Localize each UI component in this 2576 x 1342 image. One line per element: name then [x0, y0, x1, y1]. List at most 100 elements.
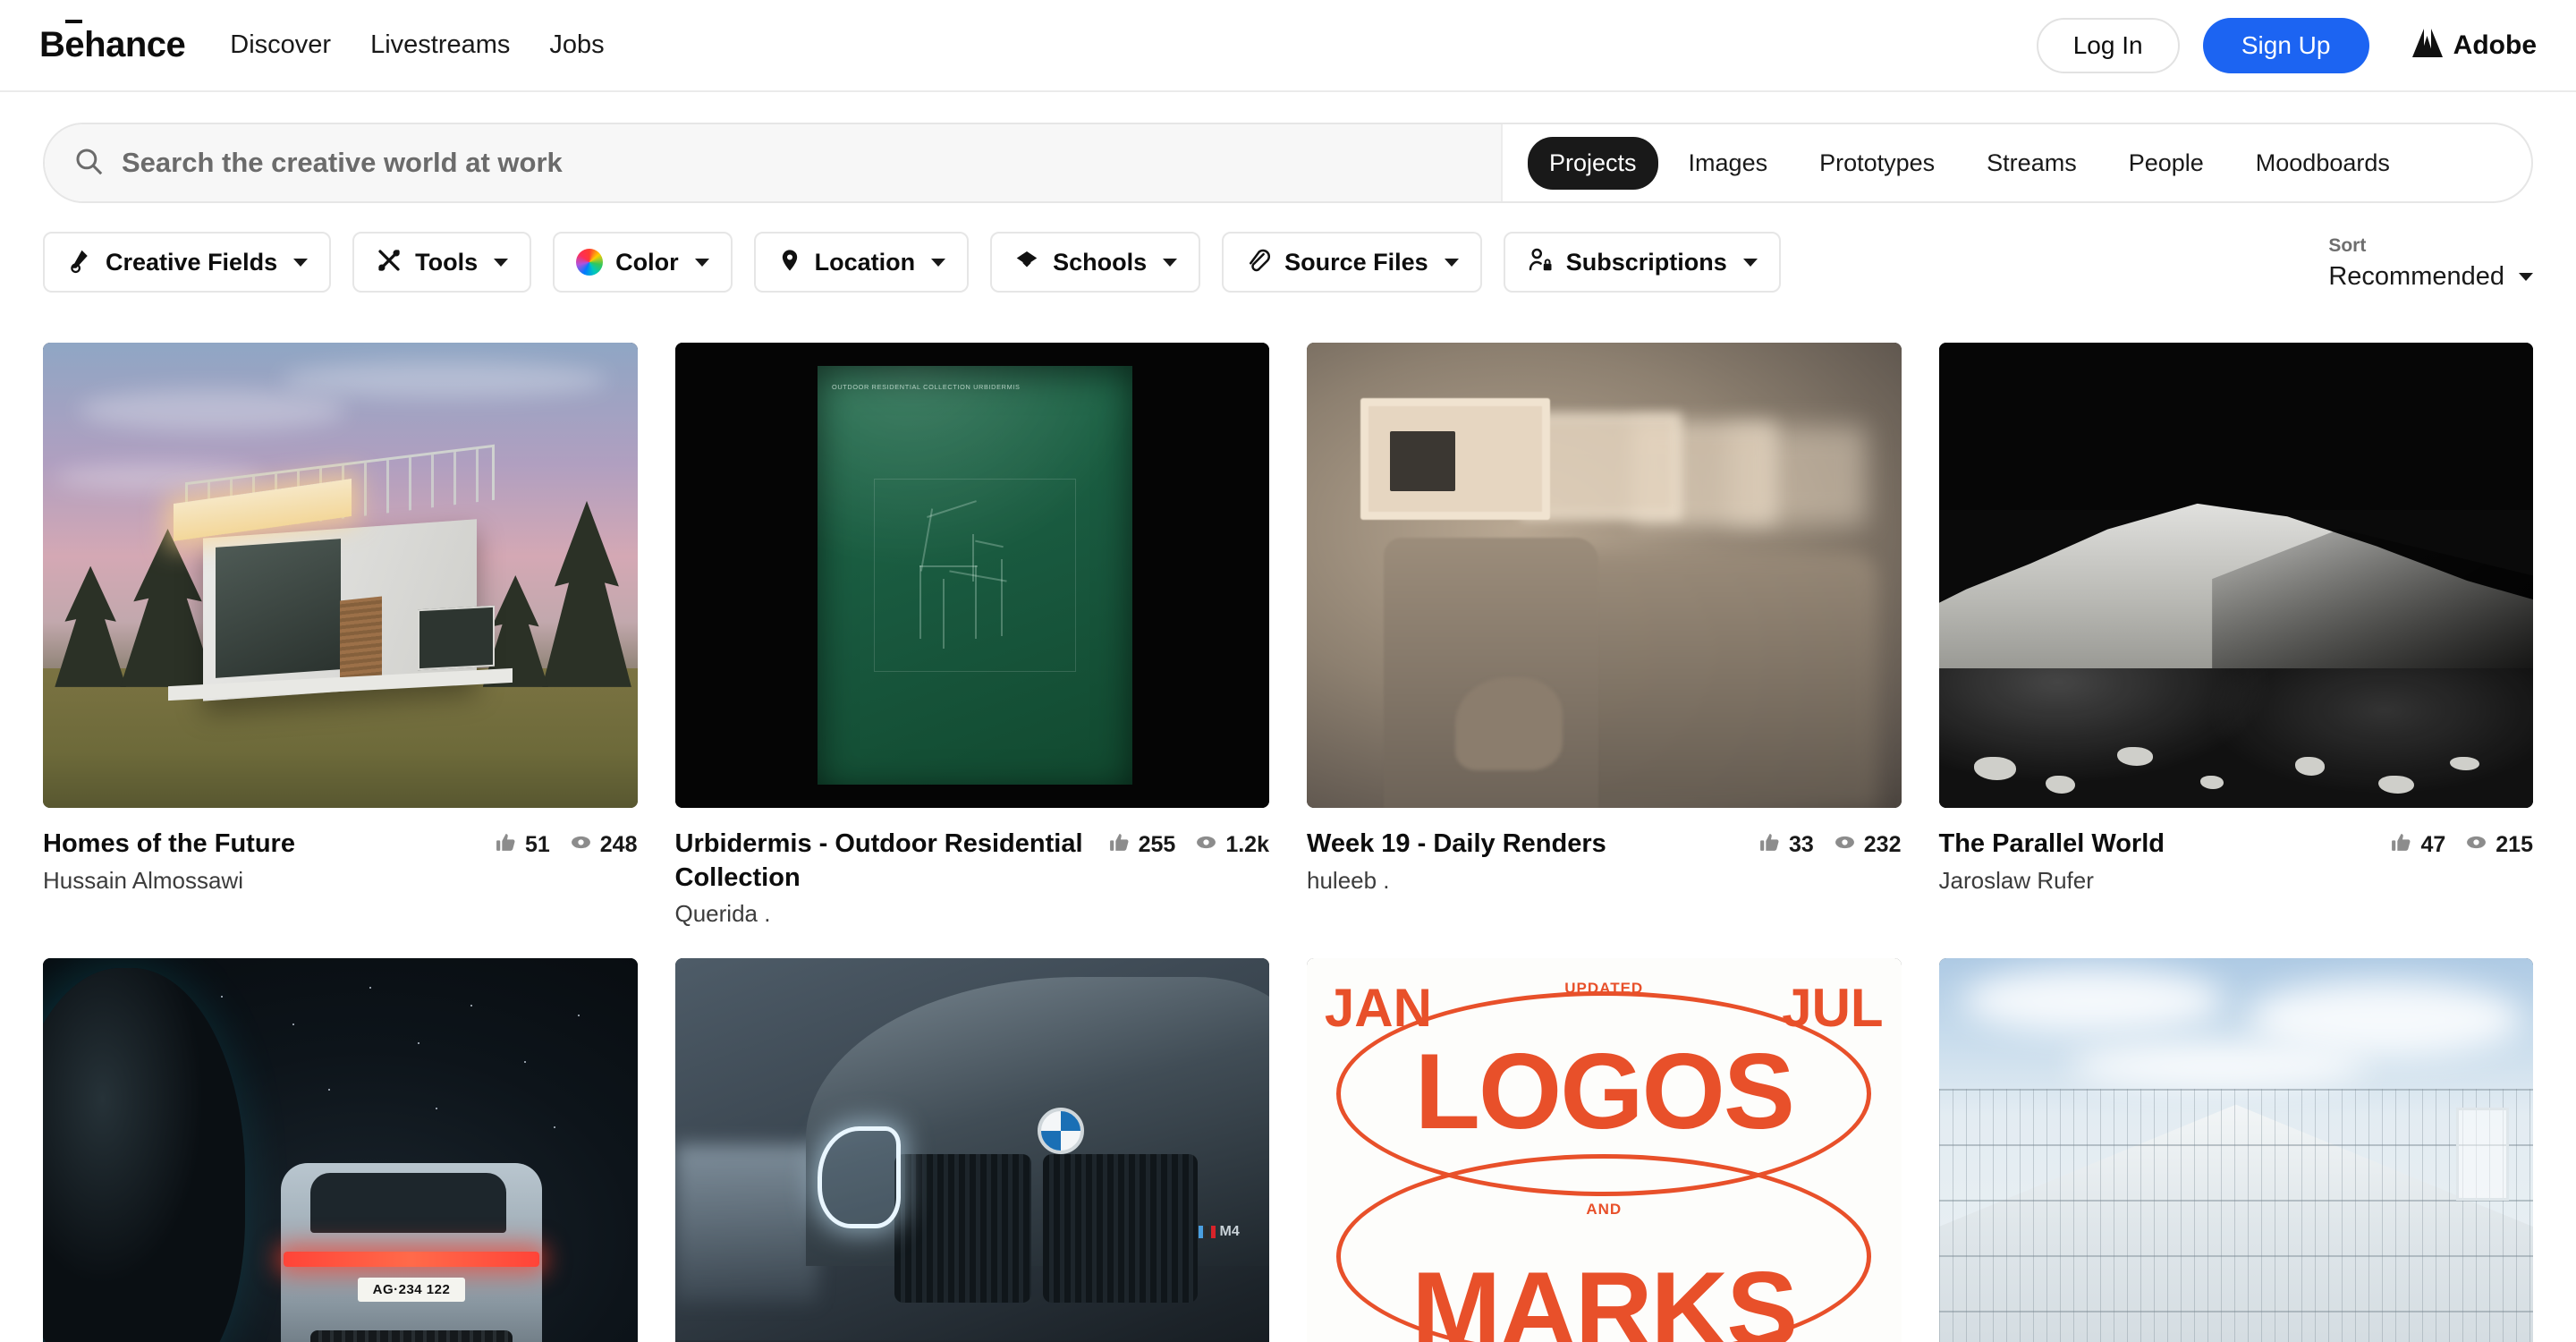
like-count: 51	[524, 831, 550, 857]
logo-macron-letter: e	[64, 25, 85, 64]
log-in-button[interactable]: Log In	[2036, 17, 2180, 73]
filter-source-files[interactable]: Source Files	[1222, 232, 1482, 293]
m-badge: M4	[1198, 1224, 1240, 1240]
project-card[interactable]	[1938, 958, 2533, 1342]
tab-people[interactable]: People	[2107, 137, 2225, 190]
eye-icon	[1834, 831, 1856, 858]
project-owner[interactable]: huleeb .	[1307, 867, 1744, 895]
project-thumbnail[interactable]: OUTDOOR RESIDENTIAL COLLECTION URBIDERMI…	[674, 343, 1269, 808]
view-count: 232	[1863, 831, 1902, 857]
project-owner[interactable]: Jaroslaw Rufer	[1939, 867, 2377, 895]
filter-schools[interactable]: Schools	[990, 232, 1201, 293]
project-title[interactable]: The Parallel World	[1939, 828, 2377, 862]
project-thumbnail[interactable]	[1938, 343, 2533, 808]
view-count: 248	[599, 831, 638, 857]
nav-item-livestreams[interactable]: Livestreams	[370, 30, 510, 60]
project-card[interactable]: M4	[674, 958, 1269, 1342]
behance-logo[interactable]: Behance	[39, 25, 186, 65]
catalogue-cover-caption: OUTDOOR RESIDENTIAL COLLECTION URBIDERMI…	[832, 384, 1021, 392]
tab-moodboards[interactable]: Moodboards	[2234, 137, 2411, 190]
like-stat: 47	[2390, 831, 2445, 858]
person-lock-icon	[1527, 247, 1554, 278]
project-thumbnail[interactable]: JAN JUL UPDATED LOGOS AND MARKS	[1307, 958, 1902, 1342]
filter-creative-fields[interactable]: Creative Fields	[43, 232, 332, 293]
view-stat: 1.2k	[1195, 831, 1269, 858]
sort-control: Sort Recommended	[2328, 232, 2533, 292]
filter-color[interactable]: Color	[553, 232, 733, 293]
like-stat: 51	[495, 831, 550, 858]
project-card[interactable]: OUTDOOR RESIDENTIAL COLLECTION URBIDERMI…	[674, 343, 1269, 928]
like-count: 47	[2420, 831, 2446, 857]
project-meta: Week 19 - Daily Renders huleeb . 33 232	[1307, 828, 1902, 895]
chevron-down-icon	[293, 258, 309, 267]
graduation-diamond-icon	[1013, 247, 1040, 278]
tab-prototypes[interactable]: Prototypes	[1798, 137, 1956, 190]
license-plate-text: AG·234 122	[372, 1281, 451, 1297]
project-stats: 255 1.2k	[1108, 828, 1269, 858]
audi-night-artwork: AG·234 122	[43, 958, 638, 1342]
filter-label: Subscriptions	[1565, 248, 1727, 276]
project-meta: The Parallel World Jaroslaw Rufer 47 215	[1939, 828, 2534, 895]
search-input[interactable]	[122, 147, 1501, 179]
search-field-wrapper[interactable]	[45, 124, 1503, 201]
project-title[interactable]: Week 19 - Daily Renders	[1307, 828, 1744, 862]
project-card[interactable]: The Parallel World Jaroslaw Rufer 47 215	[1938, 343, 2534, 928]
thumbs-up-icon	[1758, 831, 1781, 858]
project-stats: 47 215	[2390, 828, 2533, 858]
like-stat: 33	[1758, 831, 1814, 858]
filter-tools[interactable]: Tools	[352, 232, 532, 293]
like-count: 255	[1138, 831, 1176, 857]
project-stats: 33 232	[1758, 828, 1902, 858]
green-catalogue-artwork: OUTDOOR RESIDENTIAL COLLECTION URBIDERMI…	[674, 343, 1269, 808]
project-thumbnail[interactable]: M4	[674, 958, 1269, 1342]
license-plate: AG·234 122	[358, 1277, 465, 1302]
filter-subscriptions[interactable]: Subscriptions	[1503, 232, 1781, 293]
project-thumbnail[interactable]	[43, 343, 638, 808]
filter-label: Location	[814, 248, 916, 276]
view-count: 215	[2496, 831, 2533, 857]
eye-icon	[2465, 831, 2487, 858]
sort-value: Recommended	[2328, 262, 2504, 291]
chevron-down-icon	[1742, 258, 1758, 267]
view-count: 1.2k	[1225, 831, 1269, 857]
adobe-brand[interactable]: Adobe	[2411, 29, 2537, 62]
eye-icon	[570, 831, 592, 858]
filter-label: Source Files	[1284, 248, 1428, 276]
tab-streams[interactable]: Streams	[1965, 137, 2098, 190]
project-card[interactable]: JAN JUL UPDATED LOGOS AND MARKS	[1307, 958, 1902, 1342]
project-thumbnail[interactable]	[1938, 958, 2533, 1342]
nav-item-jobs[interactable]: Jobs	[549, 30, 604, 60]
motion-blur-figure-artwork	[1307, 343, 1902, 808]
project-title[interactable]: Urbidermis - Outdoor Residential Collect…	[675, 828, 1094, 895]
like-count: 33	[1788, 831, 1814, 857]
filter-location[interactable]: Location	[753, 232, 970, 293]
thumbs-up-icon	[1108, 831, 1131, 858]
filter-label: Schools	[1053, 248, 1148, 276]
sort-dropdown[interactable]: Recommended	[2328, 262, 2533, 292]
project-title[interactable]: Homes of the Future	[43, 828, 480, 862]
poster-word-logos: LOGOS	[1414, 1031, 1795, 1151]
nav-item-discover[interactable]: Discover	[230, 30, 331, 60]
project-owner[interactable]: Querida .	[675, 900, 1094, 928]
tab-images[interactable]: Images	[1667, 137, 1790, 190]
project-card[interactable]: Week 19 - Daily Renders huleeb . 33 232	[1307, 343, 1902, 928]
project-card[interactable]: AG·234 122	[43, 958, 638, 1342]
sort-label: Sort	[2328, 235, 2367, 256]
thumbs-up-icon	[495, 831, 517, 858]
view-stat: 248	[570, 831, 638, 858]
search-icon	[73, 146, 104, 181]
bmw-front-artwork: M4	[674, 958, 1269, 1342]
project-owner[interactable]: Hussain Almossawi	[43, 867, 480, 895]
sign-up-button[interactable]: Sign Up	[2202, 17, 2369, 73]
project-card[interactable]: Homes of the Future Hussain Almossawi 51	[43, 343, 638, 928]
project-thumbnail[interactable]: AG·234 122	[43, 958, 638, 1342]
color-wheel-icon	[576, 249, 604, 276]
project-meta: Homes of the Future Hussain Almossawi 51	[43, 828, 638, 895]
project-thumbnail[interactable]	[1307, 343, 1902, 808]
chevron-down-icon	[931, 258, 946, 267]
chevron-down-icon	[1444, 258, 1459, 267]
tab-projects[interactable]: Projects	[1528, 136, 1658, 190]
header-actions: Log In Sign Up Adobe	[2036, 17, 2537, 73]
project-stats: 51 248	[495, 828, 638, 858]
filter-bar: Creative Fields Tools Color Location Sch…	[43, 232, 2533, 312]
